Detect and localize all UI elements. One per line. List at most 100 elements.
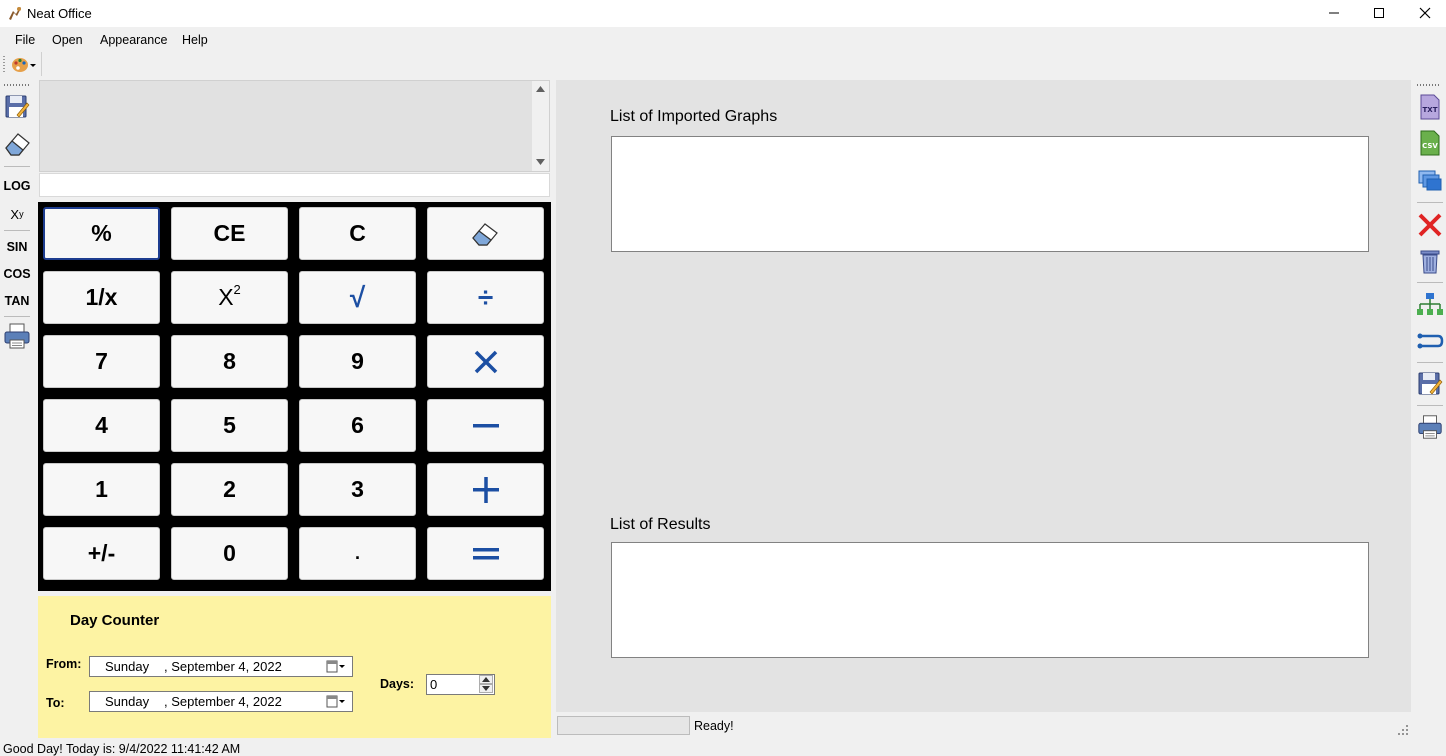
equals-icon [472,547,499,559]
right-toolbar-separator [1417,202,1443,203]
multiply-button[interactable] [427,335,544,388]
calendar-dropdown-icon[interactable] [326,695,346,709]
maximize-icon [1374,8,1384,18]
delete-button[interactable] [1416,210,1444,240]
decimal-button[interactable]: . [299,527,416,580]
left-toolbar-separator [4,230,30,231]
power-button[interactable]: Xy [2,204,32,224]
txt-file-icon: TXT [1420,94,1440,120]
from-day: Sunday [105,659,150,674]
layers-button[interactable] [1416,164,1444,194]
menu-help[interactable]: Help [182,33,208,47]
days-value: 0 [430,677,438,692]
left-toolbar-separator [4,316,30,317]
calculator-input[interactable] [39,173,550,197]
digit-0-button[interactable]: 0 [171,527,288,580]
link-icon [1417,333,1444,349]
palette-dropdown-icon [12,58,36,72]
greeting-text: Good Day! Today is: 9/4/2022 11:41:42 AM [3,742,241,756]
square-button[interactable]: X2 [171,271,288,324]
delete-x-icon [1418,213,1442,237]
spin-down-button[interactable] [479,684,493,693]
spin-up-button[interactable] [479,675,493,684]
tree-button[interactable] [1416,290,1444,320]
cos-button[interactable]: COS [2,264,32,284]
from-date: , September 4, 2022 [164,659,282,674]
digit-9-button[interactable]: 9 [299,335,416,388]
from-date-picker[interactable]: Sunday , September 4, 2022 [89,656,353,677]
clear-button[interactable]: C [299,207,416,260]
calculation-history[interactable] [39,80,550,172]
menu-appearance[interactable]: Appearance [100,33,167,47]
log-button[interactable]: LOG [2,176,32,196]
toolstrip-grip[interactable] [3,56,5,74]
to-label: To: [46,696,65,710]
digit-4-button[interactable]: 4 [43,399,160,452]
close-button[interactable] [1402,0,1446,26]
clear-button[interactable] [2,128,32,160]
save-icon [5,95,30,118]
to-date-picker[interactable]: Sunday , September 4, 2022 [89,691,353,712]
right-toolbar-grip[interactable] [1417,84,1441,86]
menu-open[interactable]: Open [52,33,83,47]
subtract-button[interactable] [427,399,544,452]
digit-3-button[interactable]: 3 [299,463,416,516]
import-csv-button[interactable]: CSV [1416,128,1444,158]
link-button[interactable] [1416,326,1444,356]
to-day: Sunday [105,694,150,709]
bottom-status-bar: Good Day! Today is: 9/4/2022 11:41:42 AM [0,740,1446,756]
resize-grip-icon[interactable] [1397,724,1409,736]
save-button[interactable] [2,92,32,122]
negate-button[interactable]: +/- [43,527,160,580]
digit-2-button[interactable]: 2 [171,463,288,516]
digit-6-button[interactable]: 6 [299,399,416,452]
days-numeric-input[interactable]: 0 [426,674,495,695]
eraser-icon [5,133,30,156]
print-icon [4,323,30,349]
add-button[interactable] [427,463,544,516]
print-results-button[interactable] [1416,412,1444,442]
digit-5-button[interactable]: 5 [171,399,288,452]
equals-button[interactable] [427,527,544,580]
menu-file[interactable]: File [15,33,35,47]
history-scrollbar[interactable] [532,81,549,171]
results-panel: List of Imported Graphs List of Results [556,80,1411,712]
digit-8-button[interactable]: 8 [171,335,288,388]
reciprocal-button[interactable]: 1/x [43,271,160,324]
sqrt-button[interactable]: √ [299,271,416,324]
digit-1-button[interactable]: 1 [43,463,160,516]
imported-graphs-list[interactable] [611,136,1369,252]
calendar-dropdown-icon[interactable] [326,660,346,674]
left-toolbar-separator [4,166,30,167]
power-base: X [10,206,20,222]
sin-button[interactable]: SIN [2,237,32,257]
clear-entry-button[interactable]: CE [171,207,288,260]
tan-button[interactable]: TAN [2,291,32,311]
divide-button[interactable]: ÷ [427,271,544,324]
day-counter-panel: Day Counter From: Sunday , September 4, … [38,596,551,738]
backspace-button[interactable] [427,207,544,260]
percent-button[interactable]: % [43,207,160,260]
progress-bar [557,716,690,735]
window-title: Neat Office [27,6,92,21]
digit-7-button[interactable]: 7 [43,335,160,388]
maximize-button[interactable] [1356,0,1402,26]
save-results-button[interactable] [1416,369,1444,399]
import-txt-button[interactable]: TXT [1416,92,1444,122]
results-list[interactable] [611,542,1369,658]
close-icon [1419,7,1431,19]
minimize-icon [1329,12,1339,14]
right-toolbar: TXT CSV [1413,80,1446,460]
trash-button[interactable] [1416,246,1444,276]
status-strip: Ready! [556,714,1411,738]
print-button[interactable] [2,320,32,352]
top-toolstrip [0,52,42,76]
graphs-list-title: List of Imported Graphs [610,108,778,125]
minimize-button[interactable] [1311,0,1357,26]
left-toolbar: LOG Xy SIN COS TAN [0,80,36,355]
left-toolbar-grip[interactable] [4,84,30,86]
from-label: From: [46,657,82,671]
arrow-up-icon [482,677,490,682]
palette-dropdown-button[interactable] [11,56,37,74]
power-exponent: y [19,209,24,219]
